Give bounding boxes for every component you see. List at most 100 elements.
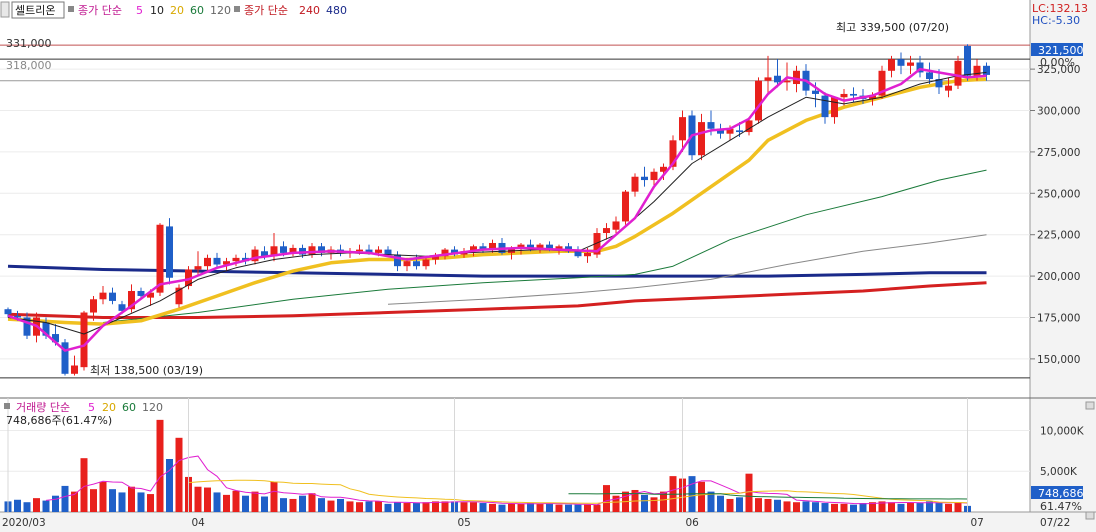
candle-body[interactable]: [907, 62, 914, 66]
candle-body[interactable]: [679, 117, 686, 141]
menu-handle-icon[interactable]: [0, 1, 10, 18]
volume-bar[interactable]: [356, 502, 363, 512]
candle-body[interactable]: [707, 122, 715, 129]
volume-bar[interactable]: [935, 502, 943, 512]
volume-bar[interactable]: [318, 498, 325, 512]
volume-bar[interactable]: [242, 495, 249, 512]
volume-bar[interactable]: [394, 502, 401, 512]
candle-body[interactable]: [71, 365, 78, 374]
volume-bar[interactable]: [565, 504, 572, 512]
volume-bar[interactable]: [584, 504, 591, 512]
candle-body[interactable]: [641, 176, 648, 181]
volume-bar[interactable]: [536, 503, 544, 512]
candle-body[interactable]: [280, 246, 287, 253]
volume-bar[interactable]: [204, 487, 211, 512]
volume-bar[interactable]: [337, 498, 344, 512]
candle[interactable]: [80, 310, 88, 371]
volume-bar[interactable]: [80, 458, 88, 512]
volume-bar[interactable]: [99, 481, 107, 512]
volume-bar[interactable]: [90, 489, 97, 512]
volume-bar[interactable]: [945, 503, 952, 512]
candle-body[interactable]: [821, 95, 829, 118]
volume-bar[interactable]: [517, 503, 525, 512]
ma480-legend[interactable]: 480: [326, 4, 347, 17]
candle-body[interactable]: [755, 80, 762, 121]
candle[interactable]: [755, 77, 762, 124]
volume-bar[interactable]: [14, 499, 21, 512]
volume-bar[interactable]: [745, 473, 753, 512]
volume-ma5-legend[interactable]: 5: [88, 401, 95, 414]
candle-body[interactable]: [612, 221, 620, 230]
ma10-legend[interactable]: 10: [150, 4, 164, 17]
candle-body[interactable]: [356, 249, 363, 252]
volume-bar[interactable]: [479, 503, 487, 512]
volume-bar[interactable]: [413, 503, 420, 512]
volume-bar[interactable]: [299, 495, 306, 512]
volume-bar[interactable]: [755, 498, 762, 512]
volume-legend-label[interactable]: 거래량 단순: [16, 401, 70, 414]
volume-bar[interactable]: [831, 503, 838, 512]
volume-bar[interactable]: [460, 502, 468, 512]
volume-bar[interactable]: [23, 502, 31, 512]
candle-body[interactable]: [375, 249, 382, 253]
candle-body[interactable]: [422, 259, 430, 267]
volume-bar[interactable]: [916, 503, 924, 512]
volume-bar[interactable]: [213, 492, 221, 512]
volume-bar[interactable]: [365, 501, 373, 512]
candle-body[interactable]: [631, 176, 639, 192]
volume-bar[interactable]: [954, 502, 962, 512]
candle-body[interactable]: [403, 261, 411, 267]
date-panel-collapse-icon[interactable]: [1085, 511, 1095, 520]
volume-bar[interactable]: [137, 492, 145, 512]
volume-bar[interactable]: [470, 502, 477, 512]
volume-bar[interactable]: [698, 481, 705, 512]
volume-bar[interactable]: [489, 503, 496, 512]
candle-body[interactable]: [603, 228, 610, 234]
ma20-legend[interactable]: 20: [170, 4, 184, 17]
candle-body[interactable]: [80, 312, 88, 368]
volume-bar[interactable]: [223, 494, 230, 512]
volume-bar[interactable]: [156, 419, 164, 512]
candle-body[interactable]: [156, 224, 164, 293]
candle-body[interactable]: [736, 130, 743, 133]
candle-body[interactable]: [166, 226, 173, 278]
volume-legend-marker-icon[interactable]: [4, 403, 10, 409]
volume-bar[interactable]: [603, 485, 610, 512]
candle-body[interactable]: [650, 171, 658, 181]
volume-bar[interactable]: [327, 500, 335, 512]
candle-body[interactable]: [888, 59, 895, 71]
volume-bar[interactable]: [897, 503, 905, 512]
volume-bar[interactable]: [375, 501, 382, 512]
candle-body[interactable]: [137, 290, 145, 296]
volume-bar[interactable]: [166, 459, 173, 512]
volume-bar[interactable]: [403, 503, 411, 512]
candle-body[interactable]: [384, 249, 392, 255]
volume-bar[interactable]: [346, 501, 354, 512]
candle-body[interactable]: [983, 65, 990, 75]
volume-bar[interactable]: [764, 498, 772, 512]
volume-bar[interactable]: [175, 437, 183, 512]
candle-body[interactable]: [204, 257, 211, 267]
ma-legend2-label[interactable]: 종가 단순: [244, 4, 288, 17]
candle-body[interactable]: [413, 261, 420, 267]
volume-bar[interactable]: [736, 497, 743, 512]
candle-body[interactable]: [574, 251, 582, 257]
volume-bar[interactable]: [261, 496, 268, 512]
volume-bar[interactable]: [232, 490, 240, 512]
volume-bar[interactable]: [802, 501, 810, 512]
candle-body[interactable]: [194, 266, 202, 270]
volume-bar[interactable]: [498, 504, 506, 512]
volume-bar[interactable]: [251, 491, 259, 512]
candle-body[interactable]: [850, 93, 857, 96]
stock-name[interactable]: 셀트리온: [15, 4, 55, 17]
candle[interactable]: [622, 189, 629, 225]
volume-bar[interactable]: [422, 502, 430, 512]
ma-legend-marker-icon[interactable]: [68, 6, 74, 12]
volume-bar[interactable]: [508, 503, 515, 512]
candle-body[interactable]: [831, 97, 838, 118]
candle-body[interactable]: [4, 309, 12, 315]
volume-bar[interactable]: [527, 503, 534, 512]
volume-bar[interactable]: [308, 493, 316, 512]
volume-bar[interactable]: [33, 498, 40, 512]
volume-bar[interactable]: [793, 502, 800, 512]
